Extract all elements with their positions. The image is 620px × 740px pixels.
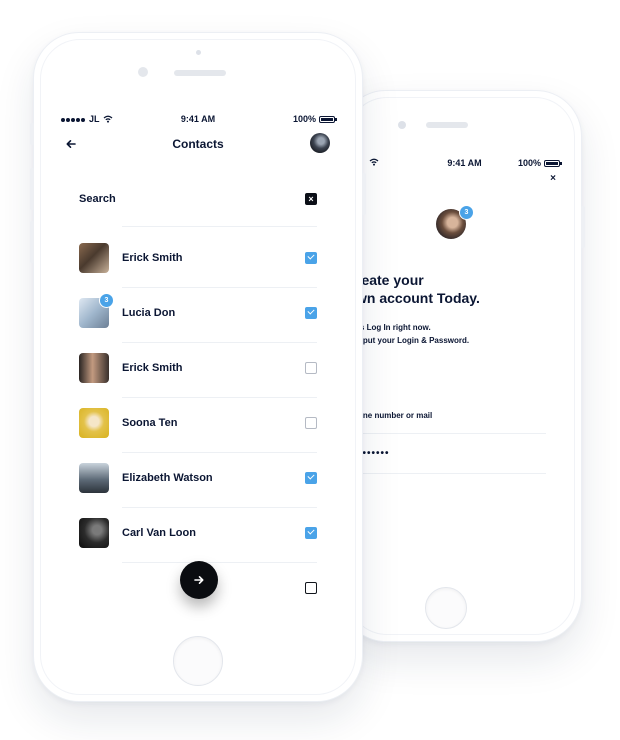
contact-name: Erick Smith — [122, 362, 183, 374]
contact-row[interactable]: Erick Smith — [79, 342, 317, 397]
contact-name: Elizabeth Watson — [122, 472, 213, 484]
subtitle-line-2: t put your Login & Password. — [361, 336, 470, 345]
search-label[interactable]: Search — [79, 193, 116, 205]
search-row[interactable]: Search × — [79, 187, 317, 213]
home-button — [173, 636, 223, 686]
contact-name: Lucia Don — [122, 307, 176, 319]
front-camera-icon — [138, 67, 148, 77]
subtitle: 's Log In right now. t put your Login & … — [361, 321, 469, 347]
close-icon[interactable]: × — [305, 193, 317, 205]
battery-percent: 100% — [292, 114, 316, 124]
home-button — [425, 587, 467, 629]
subtitle-line-1: 's Log In right now. — [361, 323, 431, 332]
next-button[interactable] — [180, 561, 218, 599]
contact-checkbox[interactable] — [305, 527, 317, 539]
speaker-grille — [426, 122, 468, 128]
battery-icon — [319, 115, 337, 123]
contact-checkbox[interactable] — [305, 417, 317, 429]
notification-badge: 3 — [459, 205, 474, 220]
back-phone-frame: 9:41 AM 100% × 3 reate your wn account T… — [340, 90, 585, 642]
notification-badge: 3 — [99, 293, 114, 308]
page-title: reate your wn account Today. — [361, 271, 480, 307]
battery-percent: 100% — [517, 158, 541, 168]
contact-name: Soona Ten — [122, 417, 178, 429]
volume-up-button — [30, 168, 34, 210]
contact-row[interactable]: Erick Smith — [79, 232, 317, 287]
title-line-1: reate your — [361, 272, 424, 288]
contact-checkbox[interactable] — [305, 362, 317, 374]
contact-row[interactable]: Soona Ten — [79, 397, 317, 452]
battery-icon — [544, 159, 562, 167]
password-field-underline — [361, 473, 546, 474]
contacts-screen: JL 9:41 AM 100% Contacts Search × Erick … — [53, 109, 343, 625]
proximity-sensor — [196, 50, 201, 55]
avatar — [79, 463, 109, 493]
volume-down-button — [30, 221, 34, 263]
contact-row[interactable]: Elizabeth Watson — [79, 452, 317, 507]
arrow-right-icon — [194, 576, 204, 584]
contact-checkbox[interactable] — [305, 582, 317, 594]
contact-checkbox[interactable] — [305, 307, 317, 319]
title-line-2: wn account Today. — [361, 290, 480, 306]
power-button — [362, 173, 366, 215]
avatar — [79, 518, 109, 548]
login-field-label[interactable]: one number or mail — [361, 411, 432, 420]
front-camera-icon — [398, 121, 406, 129]
contact-row[interactable]: 3 Lucia Don — [79, 287, 317, 342]
mute-switch — [30, 123, 34, 145]
status-bar: 9:41 AM 100% — [361, 153, 568, 173]
status-bar: JL 9:41 AM 100% — [53, 109, 343, 129]
contact-name: Erick Smith — [122, 252, 183, 264]
side-button — [581, 206, 585, 248]
avatar — [79, 408, 109, 438]
login-field-underline — [361, 433, 546, 434]
contact-checkbox[interactable] — [305, 472, 317, 484]
divider — [122, 226, 317, 227]
profile-avatar[interactable] — [310, 133, 330, 153]
password-field[interactable]: ••••••• — [361, 448, 390, 459]
close-button[interactable]: × — [550, 173, 556, 184]
contact-name: Carl Van Loon — [122, 527, 196, 539]
app-header: Contacts — [53, 133, 343, 155]
speaker-grille — [174, 70, 226, 76]
front-phone-frame: JL 9:41 AM 100% Contacts Search × Erick … — [30, 32, 366, 702]
contact-checkbox[interactable] — [305, 252, 317, 264]
avatar — [79, 243, 109, 273]
avatar — [79, 353, 109, 383]
signup-screen: 9:41 AM 100% × 3 reate your wn account T… — [361, 153, 568, 573]
contact-row[interactable]: Carl Van Loon — [79, 507, 317, 562]
page-title: Contacts — [172, 137, 224, 151]
